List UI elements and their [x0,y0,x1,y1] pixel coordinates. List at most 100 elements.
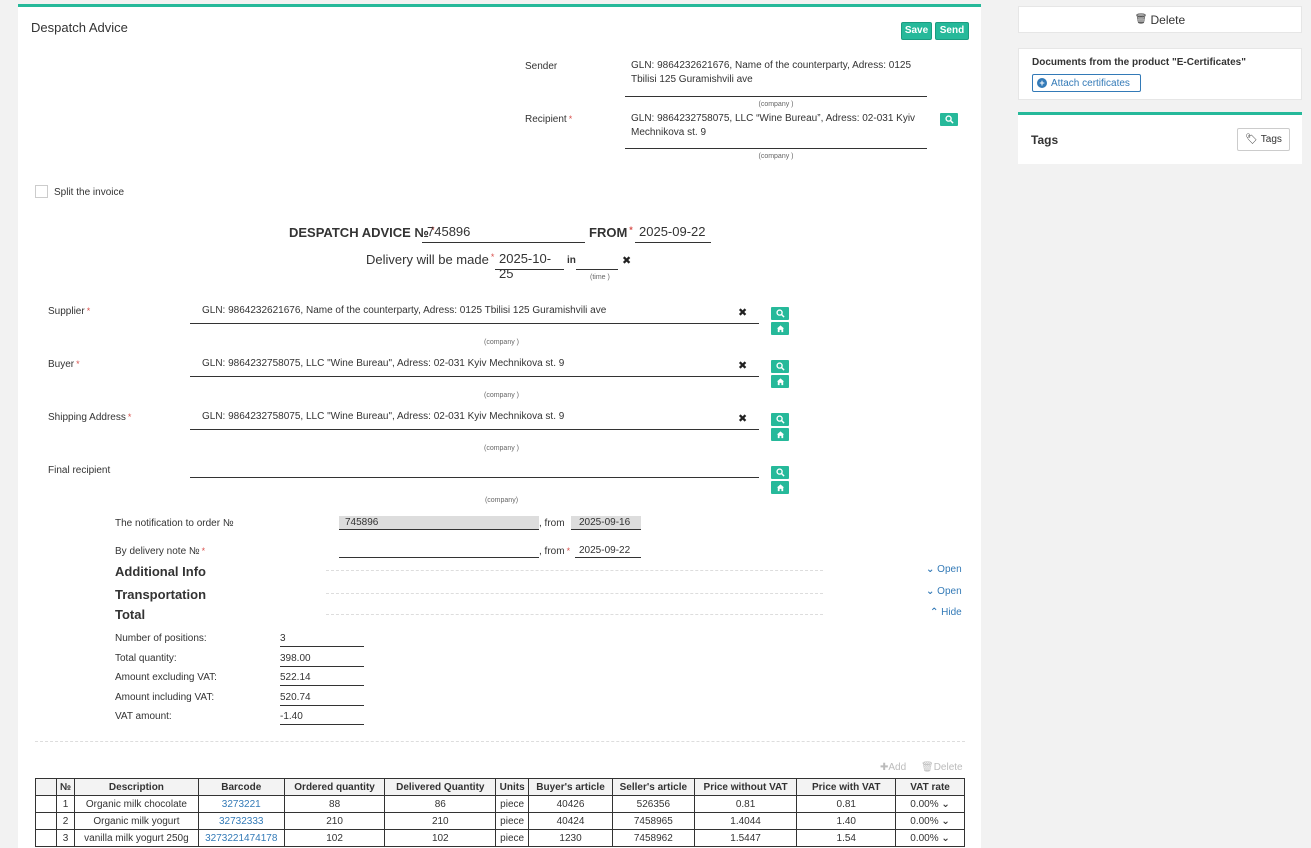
additional-info-toggle[interactable]: ⌄ Open [926,564,962,575]
search-icon [944,115,954,124]
description-cell[interactable]: Organic milk yogurt [74,812,199,830]
barcode-link[interactable]: 32732333 [197,812,285,830]
split-checkbox[interactable] [35,185,48,198]
clear-time-icon[interactable]: ✖ [622,254,631,267]
clear-supplier-icon[interactable]: ✖ [738,306,747,319]
send-button[interactable]: Send [935,22,969,40]
final-recipient-hint: (company) [484,497,519,504]
units-cell[interactable]: piece [495,812,530,830]
table-row[interactable]: 3 vanilla milk yogurt 250g 3273221474178… [35,829,965,847]
delivery-note-date-input[interactable]: 2025-09-22 [575,544,641,558]
shipping-search-button[interactable] [771,413,789,426]
table-row[interactable]: 1 Organic milk chocolate 3273221 88 86 p… [35,795,965,813]
delivery-date-input[interactable]: 2025-10-25 [495,251,564,281]
barcode-link[interactable]: 3273221474178 [197,829,285,847]
buyer-search-button[interactable] [771,360,789,373]
price-without-vat-cell[interactable]: 0.81 [693,795,798,813]
supplier-search-button[interactable] [771,307,789,320]
vat-rate-select[interactable]: 0.00% ⌄ [895,829,965,847]
table-row[interactable]: 2 Organic milk yogurt 32732333 210 210 p… [35,812,965,830]
delivered-qty-cell[interactable]: 102 [384,829,497,847]
shipping-home-button[interactable] [771,428,789,441]
split-label: Split the invoice [54,187,125,198]
order-date-input[interactable]: 2025-09-16 [571,516,641,530]
attach-certificates-button[interactable]: + Attach certificates [1032,74,1141,92]
row-select-cell[interactable] [35,795,57,813]
transportation-title: Transportation [115,587,207,602]
page-title: Despatch Advice [31,20,128,35]
buyer-article-cell[interactable]: 40426 [528,795,613,813]
home-icon [776,484,784,492]
column-header[interactable]: Units [495,778,530,796]
buyer-article-cell[interactable]: 1230 [528,829,613,847]
final-recipient-search-button[interactable] [771,466,789,479]
ordered-qty-cell[interactable]: 102 [283,829,386,847]
ordered-qty-cell[interactable]: 210 [283,812,386,830]
total-title: Total [115,607,146,622]
delete-document-button[interactable]: 🗑 Delete [1018,6,1302,33]
column-header[interactable]: Price without VAT [693,778,798,796]
order-number-input[interactable]: 745896 [339,516,539,530]
price-without-vat-cell[interactable]: 1.4044 [693,812,798,830]
seller-article-cell[interactable]: 7458962 [611,829,695,847]
doc-date-input[interactable]: 2025-09-22 [635,224,711,243]
row-select-cell[interactable] [35,829,57,847]
total-quantity-value: 398.00 [280,653,364,667]
supplier-home-button[interactable] [771,322,789,335]
column-header[interactable]: VAT rate [895,778,965,796]
delivery-time-input[interactable] [576,251,618,270]
buyer-home-button[interactable] [771,375,789,388]
sender-hint: (company ) [758,101,794,108]
units-cell[interactable]: piece [495,795,530,813]
final-recipient-label: Final recipient [48,465,111,476]
price-without-vat-cell[interactable]: 1.5447 [693,829,798,847]
delete-row-button[interactable]: 🗑Delete [921,762,963,773]
buyer-article-cell[interactable]: 40424 [528,812,613,830]
delivery-note-from-label: , from * [539,546,571,557]
seller-article-cell[interactable]: 7458965 [611,812,695,830]
delivery-note-number-input[interactable] [339,544,539,558]
save-button[interactable]: Save [901,22,932,40]
vat-rate-select[interactable]: 0.00% ⌄ [895,812,965,830]
column-header[interactable]: Delivered Quantity [384,778,497,796]
recipient-search-button[interactable] [940,113,958,126]
column-header[interactable]: Description [74,778,199,796]
order-label: The notification to order № [115,518,234,529]
supplier-field[interactable]: GLN: 9864232621676, Name of the counterp… [190,303,759,324]
add-row-button[interactable]: ✚Add [880,762,906,773]
description-cell[interactable]: Organic milk chocolate [74,795,199,813]
doc-number-input[interactable]: 745896 [422,224,585,243]
tags-button[interactable]: 🏷 Tags [1237,128,1290,151]
barcode-link[interactable]: 3273221 [197,795,285,813]
recipient-label: Recipient * [525,114,573,125]
seller-article-cell[interactable]: 526356 [611,795,695,813]
final-recipient-home-button[interactable] [771,481,789,494]
sender-field[interactable]: GLN: 9864232621676, Name of the counterp… [625,57,927,97]
delivered-qty-cell[interactable]: 210 [384,812,497,830]
shipping-field[interactable]: GLN: 9864232758075, LLC "Wine Bureau", A… [190,409,759,430]
clear-shipping-icon[interactable]: ✖ [738,412,747,425]
search-icon [775,362,785,371]
recipient-field[interactable]: GLN: 9864232758075, LLC “Wine Bureau”, A… [625,110,927,149]
price-with-vat-cell[interactable]: 1.40 [796,812,897,830]
buyer-value: GLN: 9864232758075, LLC "Wine Bureau", A… [202,358,565,369]
column-header[interactable]: Buyer's article [528,778,613,796]
column-header[interactable]: Price with VAT [796,778,897,796]
total-toggle[interactable]: ⌃ Hide [930,607,962,618]
ordered-qty-cell[interactable]: 88 [283,795,386,813]
column-header[interactable]: Seller's article [611,778,695,796]
transportation-toggle[interactable]: ⌄ Open [926,586,962,597]
vat-rate-select[interactable]: 0.00% ⌄ [895,795,965,813]
units-cell[interactable]: piece [495,829,530,847]
final-recipient-field[interactable] [190,462,759,478]
column-header[interactable]: Ordered quantity [283,778,386,796]
description-cell[interactable]: vanilla milk yogurt 250g [74,829,199,847]
price-with-vat-cell[interactable]: 0.81 [796,795,897,813]
buyer-field[interactable]: GLN: 9864232758075, LLC "Wine Bureau", A… [190,356,759,377]
delivered-qty-cell[interactable]: 86 [384,795,497,813]
amount-excl-vat-label: Amount excluding VAT: [115,672,217,683]
row-select-cell[interactable] [35,812,57,830]
column-header[interactable]: Barcode [197,778,285,796]
price-with-vat-cell[interactable]: 1.54 [796,829,897,847]
clear-buyer-icon[interactable]: ✖ [738,359,747,372]
